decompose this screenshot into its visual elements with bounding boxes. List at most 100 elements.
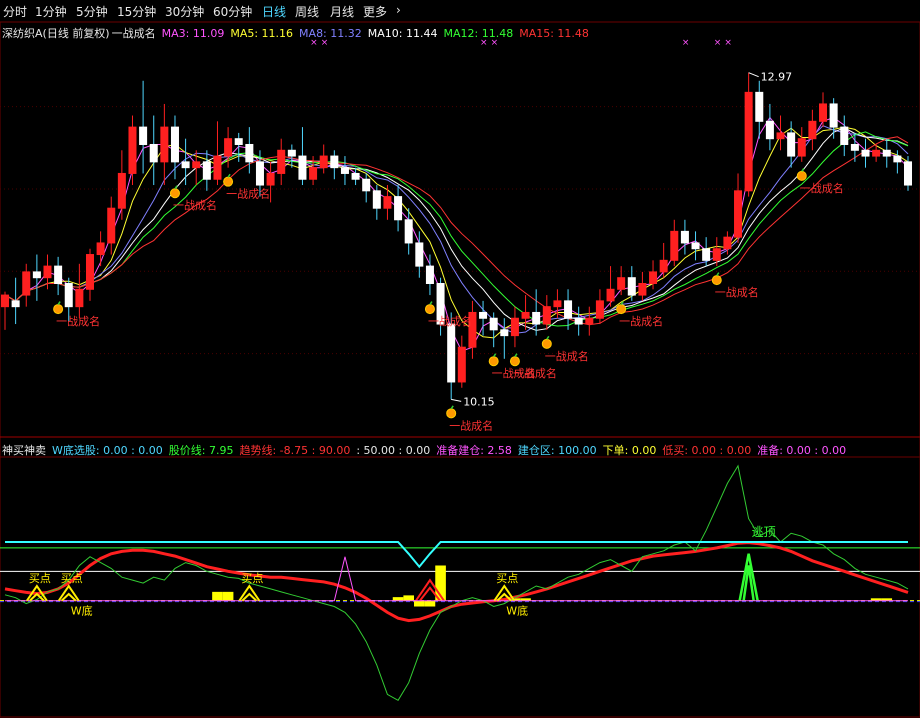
fruit-leaf-icon bbox=[716, 272, 720, 277]
candle-body bbox=[372, 190, 381, 209]
orange-fruit-icon bbox=[424, 304, 435, 315]
candle-body bbox=[649, 271, 658, 284]
candle-body bbox=[489, 317, 498, 331]
candle-body bbox=[415, 242, 424, 267]
order-bar bbox=[414, 600, 425, 607]
candle-body bbox=[903, 161, 913, 186]
candle-body bbox=[319, 155, 328, 169]
candle-body bbox=[670, 230, 679, 261]
level-lines bbox=[0, 547, 920, 603]
orange-fruit-icon bbox=[488, 356, 499, 367]
candle-body bbox=[627, 277, 636, 296]
candle-body bbox=[553, 300, 562, 308]
candle-body bbox=[734, 190, 743, 238]
candle-body bbox=[234, 138, 243, 145]
candle-body bbox=[797, 138, 806, 157]
candle-body bbox=[691, 242, 700, 250]
orange-fruit-icon bbox=[711, 275, 722, 286]
candle-body bbox=[96, 242, 105, 256]
buy-label: 买点 bbox=[496, 572, 518, 585]
candle-body bbox=[149, 143, 158, 163]
fruit-leaf-icon bbox=[514, 353, 518, 358]
candle-body bbox=[224, 138, 233, 157]
candle-body bbox=[309, 167, 318, 180]
candle-body bbox=[861, 149, 870, 157]
candle-body bbox=[192, 161, 201, 169]
candle-body bbox=[787, 132, 796, 157]
candle-body bbox=[680, 230, 689, 244]
candle-body bbox=[351, 172, 360, 180]
candle-body bbox=[54, 265, 63, 284]
candle-body bbox=[532, 311, 541, 325]
candle-body bbox=[585, 317, 594, 325]
fruit-leaf-icon bbox=[57, 301, 61, 305]
candle-body bbox=[500, 329, 509, 337]
candle-body bbox=[893, 155, 902, 163]
buy-label: 买点 bbox=[29, 572, 51, 585]
fruit-leaf-icon bbox=[429, 301, 433, 305]
order-bar bbox=[403, 595, 415, 601]
w-bottom-label: W底 bbox=[71, 604, 93, 618]
signal-mark: × bbox=[321, 38, 329, 48]
w-bottom-label: W底 bbox=[506, 604, 528, 618]
low-price-label: 10.15 bbox=[463, 395, 495, 408]
candle-body bbox=[425, 265, 434, 284]
candle-body bbox=[872, 149, 881, 157]
buy-chevron bbox=[238, 584, 261, 602]
candle-body bbox=[383, 196, 392, 209]
candle-body bbox=[850, 143, 859, 151]
signal-label: 一战成名 bbox=[428, 314, 472, 328]
candle-body bbox=[107, 207, 116, 244]
candle-body bbox=[277, 149, 286, 174]
kline-chart[interactable]: 12.9710.15× × × × × × ×一战成名一战成名一战成名一战成名一战成名一战成… bbox=[0, 0, 920, 718]
fruit-leaf-icon bbox=[801, 167, 805, 172]
candle-body bbox=[606, 288, 615, 302]
buy-label: 买点 bbox=[241, 572, 263, 585]
candle-body bbox=[0, 294, 10, 308]
signal-mark: × bbox=[724, 38, 732, 48]
candle-body bbox=[659, 259, 668, 273]
order-bar bbox=[212, 591, 223, 601]
fruit-leaf-icon bbox=[546, 335, 550, 340]
fruit-leaf-icon bbox=[174, 185, 178, 190]
ma-line bbox=[4, 136, 909, 326]
candle-body bbox=[266, 172, 275, 186]
candle-body bbox=[340, 167, 349, 174]
candle-body bbox=[819, 103, 828, 122]
orange-fruit-icon bbox=[53, 304, 64, 315]
orange-fruit-icon bbox=[509, 356, 520, 367]
high-arrow bbox=[748, 72, 759, 78]
candle-body bbox=[510, 317, 519, 337]
candle-body bbox=[595, 300, 604, 319]
candle-body bbox=[245, 143, 254, 163]
buy-points: 买点 买点 买点 买点W底 W底 bbox=[26, 572, 528, 618]
candle-body bbox=[394, 196, 403, 221]
ma-line bbox=[4, 125, 909, 334]
candle-body bbox=[564, 300, 573, 319]
order-bar bbox=[424, 600, 436, 607]
indicator-line bbox=[5, 556, 908, 602]
candle-body bbox=[521, 311, 530, 319]
candle-body bbox=[404, 219, 413, 244]
indicator-line bbox=[4, 464, 909, 701]
escape-top-spike bbox=[738, 553, 759, 601]
candle-body bbox=[882, 149, 891, 157]
candle-body bbox=[11, 300, 20, 308]
candle-body bbox=[298, 155, 307, 180]
order-bar bbox=[392, 597, 404, 601]
candle-body bbox=[808, 120, 817, 140]
candle-body bbox=[638, 282, 647, 296]
signal-label: 一战成名 bbox=[715, 285, 759, 299]
indicator-lines bbox=[4, 464, 909, 701]
candle-body bbox=[755, 91, 764, 122]
candle-body bbox=[64, 282, 73, 308]
candle-body bbox=[117, 172, 126, 209]
high-price-label: 12.97 bbox=[761, 71, 793, 84]
ma-line bbox=[4, 127, 909, 331]
candle-body bbox=[840, 126, 849, 145]
candle-body bbox=[723, 236, 732, 250]
orange-fruit-icon bbox=[169, 188, 180, 199]
candle-body bbox=[255, 161, 264, 186]
candle-body bbox=[43, 265, 52, 279]
candle-body bbox=[457, 346, 466, 383]
